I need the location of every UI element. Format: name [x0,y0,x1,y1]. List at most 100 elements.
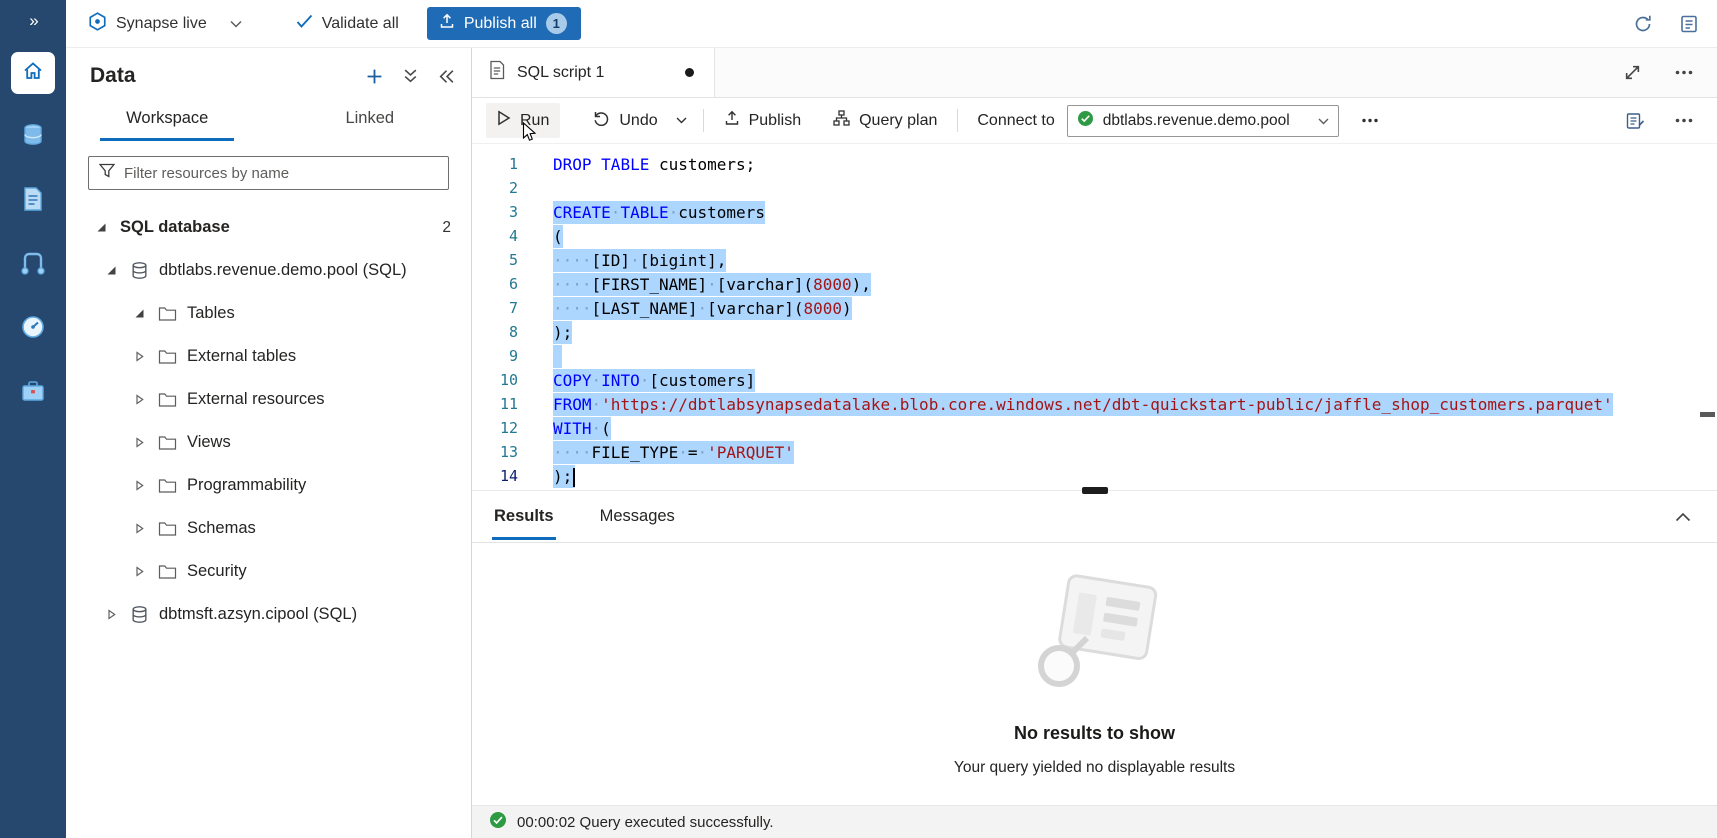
collapse-all-icon[interactable] [403,68,418,84]
code-token: 8000 [813,275,852,294]
tab-more-actions-icon[interactable] [1675,70,1693,75]
nav-manage[interactable] [11,372,55,414]
code-token: WITH [553,419,592,438]
tree-item-programmability[interactable]: Programmability [66,464,471,507]
tree-item-dbtmsft-azsyn-cipool-sql[interactable]: dbtmsft.azsyn.cipool (SQL) [66,593,471,636]
code-token: [varchar]( [707,299,803,318]
collapsed-chevron-icon[interactable] [106,609,121,620]
selected-pool-name: dbtlabs.revenue.demo.pool [1103,112,1309,130]
tab-sql-script-1[interactable]: SQL script 1 [472,48,715,97]
expand-rail-icon[interactable]: » [29,6,36,36]
code-line-1[interactable]: 1DROP TABLE customers; [472,152,1717,176]
resource-filter[interactable] [88,156,449,190]
expanded-chevron-icon[interactable] [106,265,121,276]
empty-state-title: No results to show [1014,723,1175,744]
filter-input[interactable] [124,165,438,182]
collapsed-chevron-icon[interactable] [134,437,149,448]
commands-more-icon[interactable] [1355,111,1385,130]
code-line-3[interactable]: 3CREATE·TABLE·customers [472,200,1717,224]
folder-icon [158,306,177,321]
undo-button[interactable]: Undo [582,103,668,138]
nav-monitor[interactable] [11,308,55,350]
collapse-panel-icon[interactable] [438,69,455,84]
tree-item-sql-database[interactable]: SQL database2 [66,206,471,249]
collapsed-chevron-icon[interactable] [134,566,149,577]
nav-integrate[interactable] [11,244,55,286]
release-notes-icon[interactable] [1679,14,1699,34]
refresh-icon[interactable] [1633,14,1653,34]
code-token: INTO [601,371,640,390]
expanded-chevron-icon[interactable] [96,222,111,233]
nav-home[interactable] [11,52,55,94]
text-cursor [573,468,575,487]
code-line-10[interactable]: 10COPY·INTO·[customers] [472,368,1717,392]
sql-code-editor[interactable]: 1DROP TABLE customers;23CREATE·TABLE·cus… [472,144,1717,490]
collapsed-chevron-icon[interactable] [134,351,149,362]
tree-item-tables[interactable]: Tables [66,292,471,335]
synapse-live-selector[interactable]: Synapse live [88,12,242,36]
line-number: 6 [472,275,518,293]
code-line-11[interactable]: 11FROM·'https://dbtlabsynapsedatalake.bl… [472,392,1717,416]
code-line-7[interactable]: 7····[LAST_NAME]·[varchar](8000) [472,296,1717,320]
connect-to-pool-dropdown[interactable]: dbtlabs.revenue.demo.pool [1067,105,1339,137]
validate-check-icon [296,14,313,34]
expanded-chevron-icon[interactable] [134,308,149,319]
tree-item-label: Programmability [187,476,306,495]
nav-data[interactable] [11,116,55,158]
code-text: COPY·INTO·[customers] [553,369,755,392]
undo-label: Undo [619,112,657,130]
collapsed-chevron-icon[interactable] [134,523,149,534]
code-line-13[interactable]: 13····FILE_TYPE·=·'PARQUET' [472,440,1717,464]
monitor-gauge-icon [20,314,46,345]
code-token: ( [553,227,563,246]
run-button[interactable]: Run [486,103,560,138]
tab-messages[interactable]: Messages [598,493,677,540]
editor-maximize-icon[interactable] [1624,64,1641,81]
code-line-6[interactable]: 6····[FIRST_NAME]·[varchar](8000), [472,272,1717,296]
code-line-5[interactable]: 5····[ID]·[bigint], [472,248,1717,272]
tab-results[interactable]: Results [492,493,556,540]
publish-button[interactable]: Publish [713,103,812,138]
panel-title: Data [90,64,366,88]
code-line-9[interactable]: 9 [472,344,1717,368]
data-panel-tabs: Workspace Linked [66,98,471,141]
editor-tabstrip: SQL script 1 [472,48,1717,98]
editor-scrollbar-thumb[interactable] [1700,412,1715,417]
query-plan-button[interactable]: Query plan [822,103,948,138]
tree-item-dbtlabs-revenue-demo-pool-sql[interactable]: dbtlabs.revenue.demo.pool (SQL) [66,249,471,292]
publish-all-button[interactable]: Publish all 1 [427,7,581,40]
code-token: ), [852,275,871,294]
tab-workspace[interactable]: Workspace [66,98,269,141]
main-content: SQL script 1 Run [472,48,1717,838]
tree-item-views[interactable]: Views [66,421,471,464]
code-token: 'PARQUET' [707,443,794,462]
tree-item-external-tables[interactable]: External tables [66,335,471,378]
code-line-4[interactable]: 4( [472,224,1717,248]
undo-dropdown-chevron[interactable] [669,110,694,131]
tree-item-external-resources[interactable]: External resources [66,378,471,421]
add-resource-icon[interactable] [366,68,383,85]
collapsed-chevron-icon[interactable] [134,480,149,491]
collapse-results-chevron-icon[interactable] [1675,512,1691,522]
code-token: [customers] [649,371,755,390]
code-text: DROP TABLE customers; [553,153,755,176]
code-line-12[interactable]: 12WITH·( [472,416,1717,440]
code-token: · [592,395,602,414]
panel-resize-handle[interactable] [1082,487,1108,494]
query-plan-icon [833,110,850,131]
code-token: [bigint], [640,251,727,270]
toolbar-more-actions-icon[interactable] [1675,118,1693,123]
validate-all-button[interactable]: Validate all [296,14,399,34]
nav-develop[interactable] [11,180,55,222]
collapsed-chevron-icon[interactable] [134,394,149,405]
code-line-14[interactable]: 14); [472,464,1717,488]
line-number: 9 [472,347,518,365]
run-play-icon [497,110,511,131]
code-text: ); [553,465,575,488]
code-line-2[interactable]: 2 [472,176,1717,200]
properties-icon[interactable] [1626,112,1645,130]
tab-linked[interactable]: Linked [269,98,472,141]
code-line-8[interactable]: 8); [472,320,1717,344]
tree-item-schemas[interactable]: Schemas [66,507,471,550]
tree-item-security[interactable]: Security [66,550,471,593]
